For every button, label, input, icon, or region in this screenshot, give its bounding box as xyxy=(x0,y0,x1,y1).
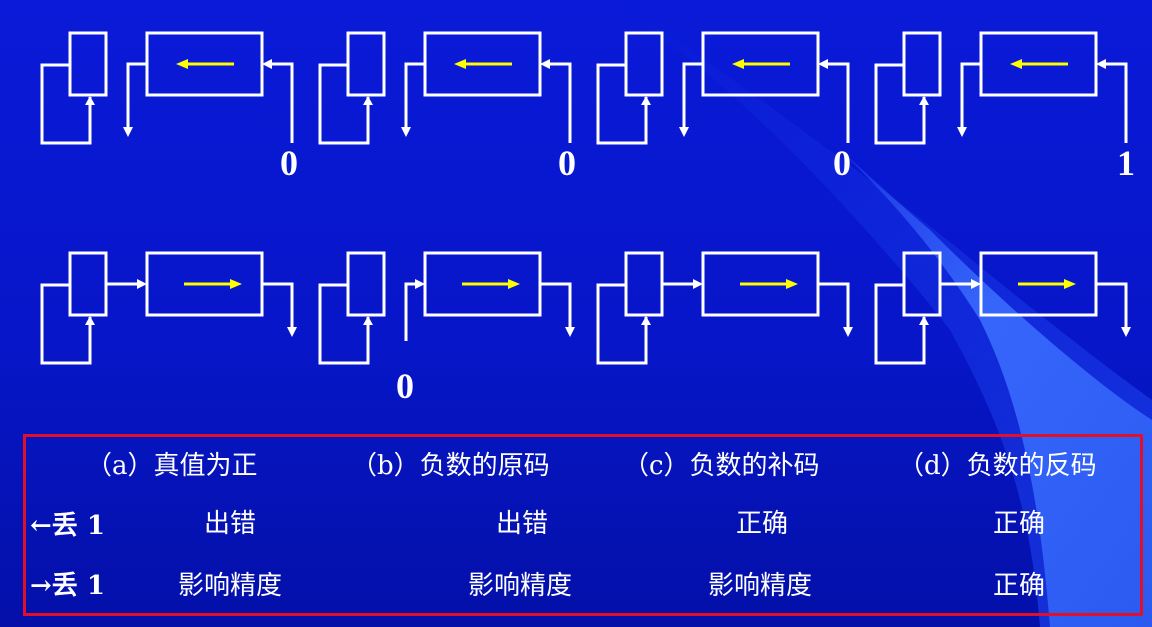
shifted-out-line xyxy=(404,62,425,133)
shifted-out-arrowhead xyxy=(287,327,297,337)
sign-loop xyxy=(874,63,926,145)
shifted-out-arrowhead xyxy=(401,127,411,137)
cell-left-b: 出错 xyxy=(496,509,549,539)
shifted-out-line xyxy=(540,282,572,333)
register-unit-top-0 xyxy=(40,31,294,145)
top-fill-bit-2: 0 xyxy=(833,143,851,183)
row-label-left-shift: ←丢 1 xyxy=(30,511,105,541)
shifted-out-arrowhead xyxy=(957,127,967,137)
shift-right-arrow-head xyxy=(230,279,242,289)
comparison-table: （a）真值为正 （b）负数的原码 （c）负数的补码 （d）负数的反码 ←丢 1 … xyxy=(23,434,1143,616)
cell-left-c: 正确 xyxy=(736,509,789,539)
register-unit-top-2 xyxy=(596,31,850,145)
sign-loop xyxy=(40,283,92,365)
shifted-out-line xyxy=(818,282,850,333)
header-c: （c）负数的补码 xyxy=(623,451,820,481)
sign-loop-arrowhead xyxy=(363,96,373,105)
shifted-out-arrowhead xyxy=(123,127,133,137)
shift-left-arrow-head xyxy=(1010,59,1022,69)
shifted-out-line xyxy=(126,62,147,133)
sign-bit-box xyxy=(346,251,386,317)
sign-bit-box xyxy=(68,31,108,97)
register-unit-top-3 xyxy=(874,31,1128,145)
shift-left-arrow-head xyxy=(732,59,744,69)
shifted-out-arrowhead xyxy=(679,127,689,137)
sign-loop-arrowhead xyxy=(85,316,95,325)
sign-loop-arrowhead xyxy=(919,316,929,325)
fill-in-line xyxy=(270,62,294,143)
sign-loop-arrowhead xyxy=(919,96,929,105)
shift-right-arrow-head xyxy=(786,279,798,289)
sign-bit-box xyxy=(624,251,664,317)
cell-left-a: 出错 xyxy=(204,509,257,539)
sign-loop xyxy=(874,283,926,365)
header-b: （b）负数的原码 xyxy=(351,451,550,481)
cell-right-d: 正确 xyxy=(993,571,1046,601)
header-d: （d）负数的反码 xyxy=(898,451,1097,481)
sign-loop xyxy=(596,283,648,365)
top-fill-bit-3: 1 xyxy=(1117,143,1135,183)
header-a: （a）真值为正 xyxy=(86,451,258,481)
cell-right-c: 影响精度 xyxy=(708,571,813,601)
sign-bit-box xyxy=(346,31,386,97)
fill-in-line xyxy=(548,62,572,143)
sign-loop xyxy=(318,283,370,365)
shift-right-arrow-head xyxy=(1064,279,1076,289)
sign-loop-arrowhead xyxy=(641,316,651,325)
sign-loop xyxy=(596,63,648,145)
fill-in-line xyxy=(826,62,850,143)
register-unit-bottom-1 xyxy=(318,251,575,365)
shifted-out-line xyxy=(1096,282,1128,333)
cell-left-d: 正确 xyxy=(993,509,1046,539)
shifted-out-line xyxy=(960,62,981,133)
register-unit-top-1 xyxy=(318,31,572,145)
sign-loop xyxy=(40,63,92,145)
shifted-out-line xyxy=(262,282,294,333)
fill-in-line xyxy=(1104,62,1128,143)
cell-right-a: 影响精度 xyxy=(178,571,283,601)
sign-loop-arrowhead xyxy=(85,96,95,105)
shift-left-arrow-head xyxy=(454,59,466,69)
top-fill-bit-0: 0 xyxy=(280,143,298,183)
top-fill-bit-1: 0 xyxy=(558,143,576,183)
cell-right-b: 影响精度 xyxy=(468,571,573,601)
register-unit-bottom-2 xyxy=(596,251,853,365)
shift-left-arrow-head xyxy=(176,59,188,69)
sign-loop-arrowhead xyxy=(641,96,651,105)
register-unit-bottom-0 xyxy=(40,251,297,365)
sign-bit-box xyxy=(624,31,664,97)
sign-loop xyxy=(318,63,370,145)
shifted-out-arrowhead xyxy=(565,327,575,337)
shifted-out-line xyxy=(682,62,703,133)
row-label-right-shift: →丢 1 xyxy=(30,571,105,601)
fill-in-line xyxy=(404,282,417,341)
sign-bit-box xyxy=(68,251,108,317)
sign-bit-box xyxy=(902,31,942,97)
slide-background: 0 0 0 1 0 （a）真值为正 （b）负数的原码 （c）负数的补码 （d）负数的反码… xyxy=(0,0,1152,627)
bottom-fill-bit-1: 0 xyxy=(396,366,414,406)
sign-loop-arrowhead xyxy=(363,316,373,325)
shifted-out-arrowhead xyxy=(843,327,853,337)
shifted-out-arrowhead xyxy=(1121,327,1131,337)
shift-right-arrow-head xyxy=(508,279,520,289)
